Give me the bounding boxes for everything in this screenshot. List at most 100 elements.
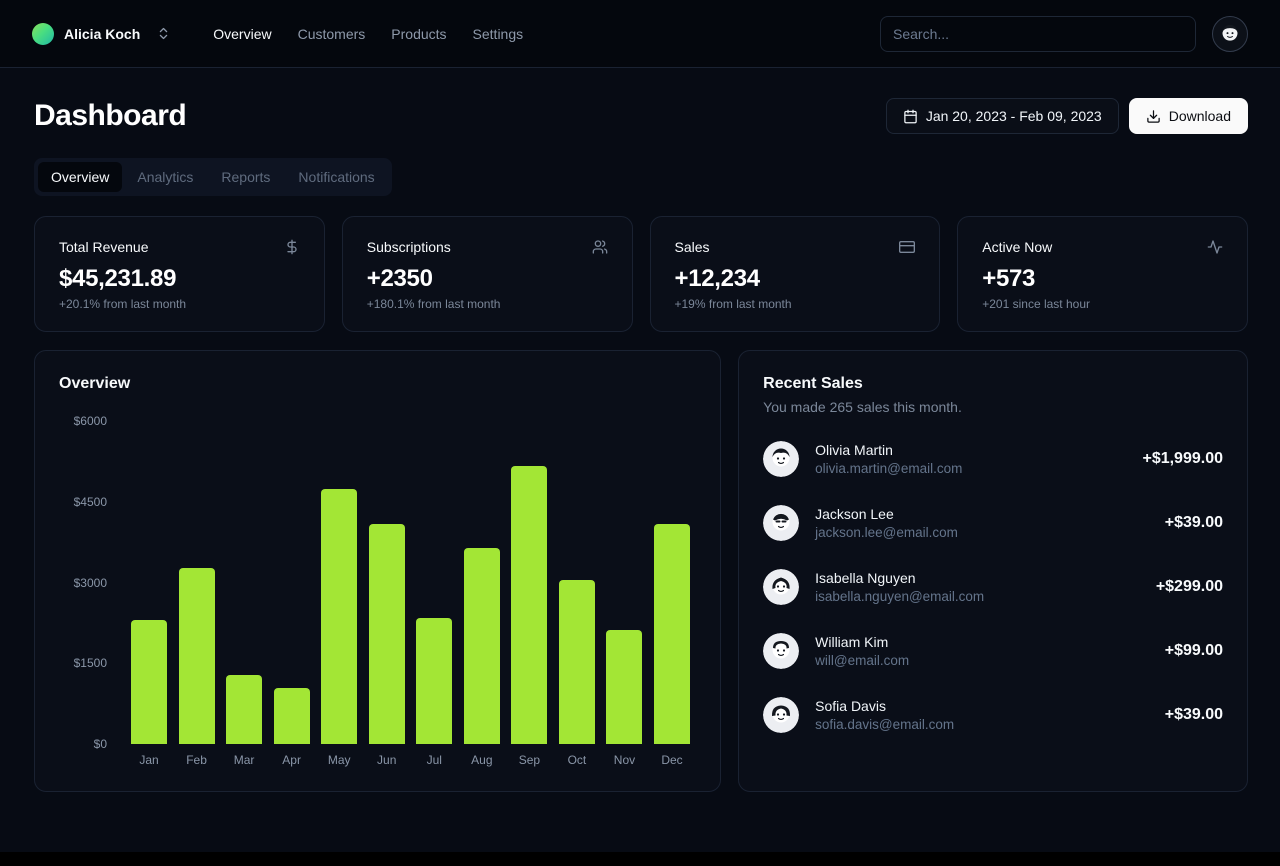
stat-card-subscriptions: Subscriptions +2350 +180.1% from last mo… xyxy=(342,216,633,332)
recent-sales-card: Recent Sales You made 265 sales this mon… xyxy=(738,350,1248,792)
main-nav: Overview Customers Products Settings xyxy=(213,26,523,42)
sale-email: isabella.nguyen@email.com xyxy=(815,589,984,604)
sale-amount: +$39.00 xyxy=(1165,514,1223,532)
x-axis-label: Dec xyxy=(654,753,690,767)
sale-row: William Kim will@email.com +$99.00 xyxy=(763,633,1223,669)
y-axis-tick: $0 xyxy=(94,737,107,751)
team-avatar xyxy=(32,23,54,45)
nav-link-products[interactable]: Products xyxy=(391,26,446,42)
sale-row: Jackson Lee jackson.lee@email.com +$39.0… xyxy=(763,505,1223,541)
bar-jul xyxy=(416,618,452,744)
customer-avatar xyxy=(763,441,799,477)
overview-chart-card: Overview $6000$4500$3000$1500$0 JanFebMa… xyxy=(34,350,721,792)
tab-notifications[interactable]: Notifications xyxy=(285,162,387,192)
recent-sales-subtitle: You made 265 sales this month. xyxy=(763,399,1223,415)
tab-reports[interactable]: Reports xyxy=(208,162,283,192)
x-axis-label: Jan xyxy=(131,753,167,767)
x-axis-label: Nov xyxy=(606,753,642,767)
customer-avatar xyxy=(763,633,799,669)
stat-card-active-now: Active Now +573 +201 since last hour xyxy=(957,216,1248,332)
y-axis-tick: $6000 xyxy=(74,414,107,428)
bar-dec xyxy=(654,524,690,744)
stat-title: Subscriptions xyxy=(367,239,451,255)
bar-oct xyxy=(559,580,595,744)
credit-card-icon xyxy=(899,239,915,255)
nav-link-settings[interactable]: Settings xyxy=(473,26,524,42)
bar-jan xyxy=(131,620,167,744)
user-avatar[interactable] xyxy=(1212,16,1248,52)
sale-name: Olivia Martin xyxy=(815,442,962,458)
x-axis-label: Jun xyxy=(369,753,405,767)
header-actions: Jan 20, 2023 - Feb 09, 2023 Download xyxy=(886,98,1248,134)
topbar-right xyxy=(880,16,1248,52)
page-content: Dashboard Jan 20, 2023 - Feb 09, 2023 Do… xyxy=(0,68,1280,792)
sale-customer: Sofia Davis sofia.davis@email.com xyxy=(815,698,954,732)
users-icon xyxy=(592,239,608,255)
sale-amount: +$1,999.00 xyxy=(1142,450,1223,468)
chart-plot-area xyxy=(125,421,696,744)
stat-value: +573 xyxy=(982,265,1223,293)
stat-value: +12,234 xyxy=(675,265,916,293)
recent-sales-title: Recent Sales xyxy=(763,375,1223,393)
sale-customer: Olivia Martin olivia.martin@email.com xyxy=(815,442,962,476)
sale-amount: +$299.00 xyxy=(1156,578,1223,596)
customer-avatar xyxy=(763,569,799,605)
dollar-sign-icon xyxy=(284,239,300,255)
tab-analytics[interactable]: Analytics xyxy=(124,162,206,192)
x-axis-label: Aug xyxy=(464,753,500,767)
bar-nov xyxy=(606,630,642,744)
stat-card-total-revenue: Total Revenue $45,231.89 +20.1% from las… xyxy=(34,216,325,332)
stat-value: +2350 xyxy=(367,265,608,293)
bar-apr xyxy=(274,688,310,744)
sale-email: olivia.martin@email.com xyxy=(815,461,962,476)
sale-customer: William Kim will@email.com xyxy=(815,634,909,668)
chart-y-axis: $6000$4500$3000$1500$0 xyxy=(59,421,125,744)
sale-customer: Jackson Lee jackson.lee@email.com xyxy=(815,506,958,540)
customer-avatar xyxy=(763,697,799,733)
chart-x-axis: JanFebMarAprMayJunJulAugSepOctNovDec xyxy=(125,753,696,767)
nav-link-customers[interactable]: Customers xyxy=(298,26,366,42)
chart-title: Overview xyxy=(59,375,696,393)
nav-link-overview[interactable]: Overview xyxy=(213,26,271,42)
sale-amount: +$99.00 xyxy=(1165,642,1223,660)
x-axis-label: Oct xyxy=(559,753,595,767)
stat-value: $45,231.89 xyxy=(59,265,300,293)
x-axis-label: Sep xyxy=(511,753,547,767)
stat-change: +180.1% from last month xyxy=(367,297,608,311)
sale-customer: Isabella Nguyen isabella.nguyen@email.co… xyxy=(815,570,984,604)
bar-aug xyxy=(464,548,500,744)
stat-change: +19% from last month xyxy=(675,297,916,311)
stat-change: +20.1% from last month xyxy=(59,297,300,311)
calendar-icon xyxy=(903,109,918,124)
page-header: Dashboard Jan 20, 2023 - Feb 09, 2023 Do… xyxy=(34,98,1248,134)
bar-jun xyxy=(369,524,405,744)
team-name: Alicia Koch xyxy=(64,26,140,42)
x-axis-label: Jul xyxy=(416,753,452,767)
bar-mar xyxy=(226,675,262,744)
tab-overview[interactable]: Overview xyxy=(38,162,122,192)
download-button[interactable]: Download xyxy=(1129,98,1248,134)
y-axis-tick: $4500 xyxy=(74,495,107,509)
team-switcher[interactable]: Alicia Koch xyxy=(32,23,140,45)
stat-title: Total Revenue xyxy=(59,239,149,255)
top-navbar: Alicia Koch Overview Customers Products … xyxy=(0,0,1280,68)
page-title: Dashboard xyxy=(34,99,186,133)
chevrons-up-down-icon[interactable] xyxy=(156,26,171,41)
y-axis-tick: $1500 xyxy=(74,656,107,670)
date-range-button[interactable]: Jan 20, 2023 - Feb 09, 2023 xyxy=(886,98,1119,134)
sale-name: William Kim xyxy=(815,634,909,650)
main-grid: Overview $6000$4500$3000$1500$0 JanFebMa… xyxy=(34,350,1248,792)
sale-amount: +$39.00 xyxy=(1165,706,1223,724)
customer-avatar xyxy=(763,505,799,541)
stat-title: Active Now xyxy=(982,239,1052,255)
activity-icon xyxy=(1207,239,1223,255)
tab-bar: Overview Analytics Reports Notifications xyxy=(34,158,392,196)
bar-feb xyxy=(179,568,215,744)
sale-email: sofia.davis@email.com xyxy=(815,717,954,732)
bar-chart: $6000$4500$3000$1500$0 xyxy=(59,421,696,744)
stat-card-sales: Sales +12,234 +19% from last month xyxy=(650,216,941,332)
sale-name: Jackson Lee xyxy=(815,506,958,522)
download-icon xyxy=(1146,109,1161,124)
search-input[interactable] xyxy=(880,16,1196,52)
y-axis-tick: $3000 xyxy=(74,576,107,590)
